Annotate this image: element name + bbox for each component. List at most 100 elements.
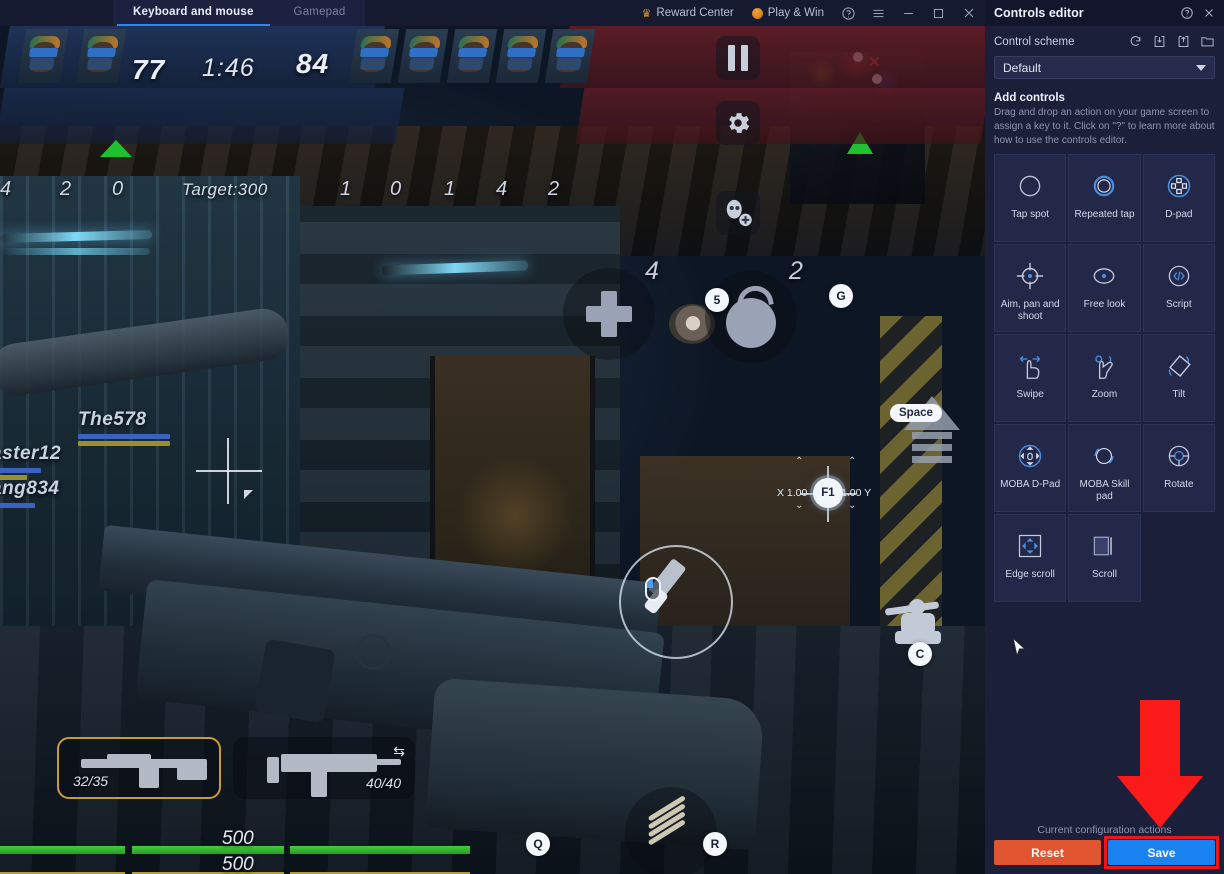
moba-dpad-icon <box>1016 439 1044 473</box>
control-card-rotate[interactable]: Rotate <box>1142 424 1215 513</box>
control-card-moba-d-pad[interactable]: MOBA D-Pad <box>994 424 1067 513</box>
control-card-zoom[interactable]: Zoom <box>1068 334 1141 423</box>
control-card-scroll[interactable]: Scroll <box>1068 514 1141 603</box>
control-card-swipe[interactable]: Swipe <box>994 334 1067 423</box>
close-button[interactable] <box>953 0 985 26</box>
export-scheme-icon[interactable] <box>1176 34 1191 49</box>
free-look-icon <box>1089 259 1119 293</box>
coin-icon <box>751 7 763 19</box>
chevron-up-icon[interactable]: ⌃ <box>848 456 856 467</box>
melee-control[interactable] <box>619 545 733 659</box>
control-card-label: Zoom <box>1091 389 1118 401</box>
annotation-arrow <box>1117 700 1203 828</box>
add-controls-description: Drag and drop an action on your game scr… <box>994 107 1215 146</box>
grenade-item[interactable] <box>705 271 797 363</box>
menu-button[interactable] <box>863 0 893 26</box>
team-a-stat: 2 <box>60 178 72 200</box>
control-card-repeated-tap[interactable]: Repeated tap <box>1068 154 1141 243</box>
key-marker-g[interactable]: G <box>829 284 853 308</box>
control-card-tilt[interactable]: Tilt <box>1142 334 1215 423</box>
reset-button[interactable]: Reset <box>994 840 1101 865</box>
reward-center-button[interactable]: ♛ Reward Center <box>633 0 743 26</box>
key-marker-space[interactable]: Space <box>890 404 942 422</box>
pause-button[interactable] <box>716 36 760 80</box>
edge-scroll-icon <box>1016 529 1044 563</box>
weapon-viewmodel <box>98 514 860 874</box>
target-label: Target:300 <box>182 180 268 199</box>
control-scheme-value: Default <box>1003 60 1042 75</box>
tab-keyboard-and-mouse[interactable]: Keyboard and mouse <box>113 0 274 26</box>
save-button[interactable]: Save <box>1108 840 1215 865</box>
pause-icon <box>728 45 748 71</box>
team-b-stat: 1 <box>444 178 456 200</box>
medkit-icon <box>586 291 632 337</box>
weapon-slot-primary[interactable]: 32/35 <box>57 737 221 799</box>
key-marker-r[interactable]: R <box>703 832 727 856</box>
aim-pan-shoot-icon <box>1015 259 1045 293</box>
folder-icon[interactable] <box>1200 34 1215 49</box>
maximize-button[interactable] <box>923 0 953 26</box>
chevron-up-icon[interactable]: ⌃ <box>795 456 803 467</box>
control-card-free-look[interactable]: Free look <box>1068 244 1141 333</box>
panel-close-button[interactable] <box>1202 6 1216 20</box>
hamburger-menu-icon <box>873 9 883 17</box>
team-a-stat: 0 <box>112 178 124 200</box>
add-friend-button[interactable] <box>716 191 760 235</box>
control-card-edge-scroll[interactable]: Edge scroll <box>994 514 1067 603</box>
aim-control-key[interactable]: F1 <box>813 478 843 508</box>
avatar <box>348 29 400 83</box>
medkit-item[interactable] <box>563 268 655 360</box>
input-mode-tabs: Keyboard and mouse Gamepad <box>113 0 366 26</box>
panel-help-button[interactable] <box>1180 6 1194 20</box>
control-card-label: MOBA Skill pad <box>1079 479 1130 503</box>
primary-ammo: 32/35 <box>73 773 109 789</box>
team-b-score: 84 <box>296 48 330 79</box>
team-b-banner <box>560 26 985 88</box>
play-and-win-button[interactable]: Play & Win <box>743 0 833 26</box>
zoom-icon <box>1090 349 1118 383</box>
tap-spot-icon <box>1016 169 1044 203</box>
rotate-icon <box>1165 439 1193 473</box>
control-card-label: Rotate <box>1164 479 1194 491</box>
control-card-aim-pan-shoot[interactable]: Aim, pan and shoot <box>994 244 1067 333</box>
avatar <box>544 29 596 83</box>
control-card-label: Repeated tap <box>1074 209 1135 221</box>
reload-control[interactable] <box>625 787 717 874</box>
secondary-ammo: 40/40 <box>365 775 401 791</box>
control-card-d-pad[interactable]: D-pad <box>1142 154 1215 243</box>
avatar <box>397 29 449 83</box>
tab-gamepad[interactable]: Gamepad <box>273 0 366 26</box>
swap-weapon-icon[interactable]: ⇆ <box>393 743 405 760</box>
minimize-button[interactable] <box>893 0 923 26</box>
nametag: aster12 <box>0 443 61 480</box>
team-b-stat: 0 <box>390 178 402 200</box>
settings-button[interactable] <box>716 101 760 145</box>
team-direction-arrow <box>100 140 132 157</box>
grenade-icon <box>720 282 782 348</box>
avatar <box>17 29 69 83</box>
control-card-script[interactable]: Script <box>1142 244 1215 333</box>
tilt-icon <box>1164 349 1194 383</box>
reset-scheme-icon[interactable] <box>1128 34 1143 49</box>
control-card-label: MOBA D-Pad <box>1000 479 1061 491</box>
weapon-slot-secondary[interactable]: ⇆ 40/40 <box>233 737 415 799</box>
chevron-down-icon[interactable]: ⌄ <box>795 500 803 511</box>
control-card-moba-skill-pad[interactable]: MOBA Skill pad <box>1068 424 1141 513</box>
health-value: 500 <box>222 828 254 849</box>
import-scheme-icon[interactable] <box>1152 34 1167 49</box>
key-marker-q[interactable]: Q <box>526 832 550 856</box>
player-name: The578 <box>78 409 147 430</box>
close-icon <box>1205 9 1213 17</box>
control-card-label: Tap spot <box>1011 209 1050 221</box>
play-and-win-label: Play & Win <box>767 7 824 19</box>
help-button[interactable] <box>833 0 863 26</box>
control-scheme-select[interactable]: Default <box>994 56 1215 79</box>
control-card-tap-spot[interactable]: Tap spot <box>994 154 1067 243</box>
control-card-label: Scroll <box>1091 569 1117 581</box>
chevron-down-icon[interactable]: ⌄ <box>848 500 856 511</box>
game-viewport[interactable]: 77 1:46 84 4 2 0 Target:300 1 0 1 4 2 Th… <box>0 26 985 874</box>
control-scheme-label: Control scheme <box>994 35 1075 48</box>
control-card-label: Script <box>1166 299 1192 311</box>
key-marker-c[interactable]: C <box>908 642 932 666</box>
key-marker-5[interactable]: 5 <box>705 288 729 312</box>
